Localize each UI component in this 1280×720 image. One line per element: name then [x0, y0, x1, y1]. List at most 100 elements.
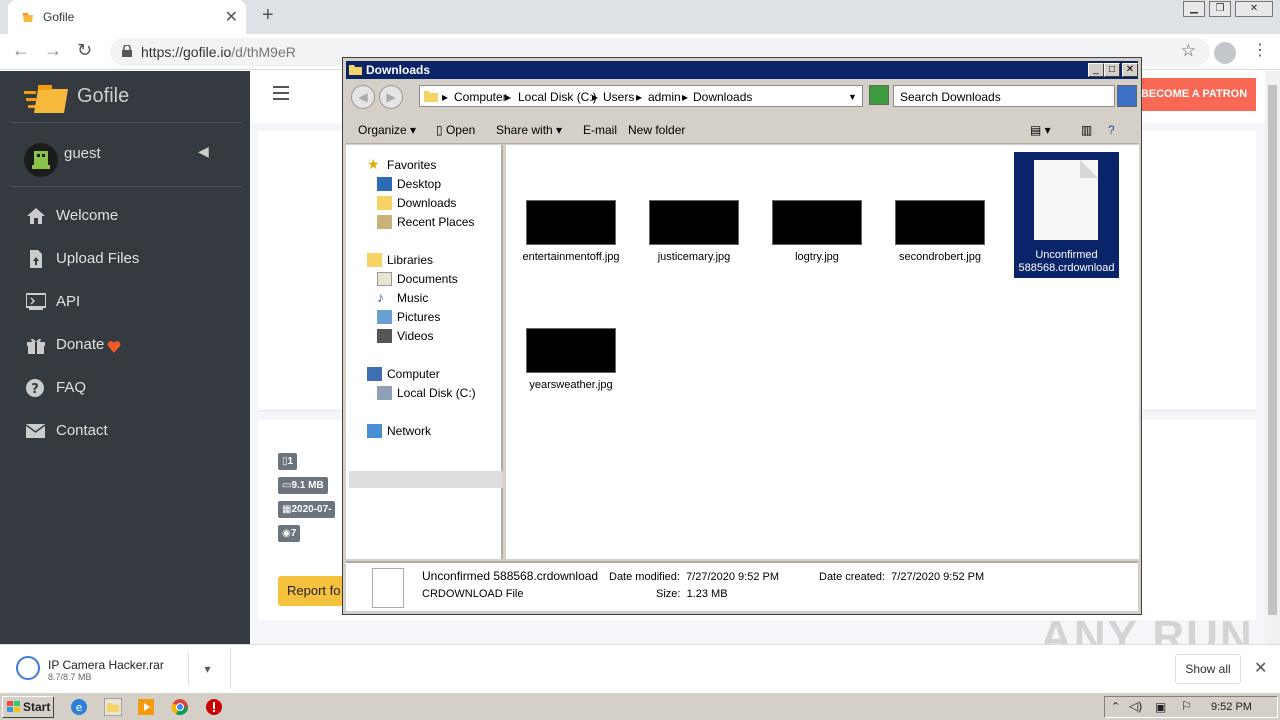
nav-desktop[interactable]: Desktop — [377, 177, 441, 191]
media-player-icon[interactable] — [137, 698, 155, 716]
internet-explorer-icon[interactable]: e — [70, 698, 88, 716]
nav-music[interactable]: ♪ Music — [377, 289, 428, 305]
breadcrumb-local-disk[interactable]: Local Disk (C:) — [518, 90, 597, 104]
home-icon — [27, 208, 45, 224]
nav-recent-places[interactable]: Recent Places — [377, 215, 474, 229]
file-item[interactable]: entertainmentoff.jpg — [521, 200, 621, 263]
show-all-button[interactable]: Show all — [1175, 654, 1241, 684]
reload-icon[interactable]: ↻ — [77, 40, 92, 61]
stop-icon[interactable] — [205, 698, 223, 716]
desktop-icon — [377, 177, 392, 191]
close-window-icon[interactable]: ✕ — [1235, 1, 1273, 17]
bookmark-star-icon[interactable]: ☆ — [1181, 41, 1196, 61]
size-badge: ▭9.1 MB — [278, 477, 328, 494]
selected-file-item[interactable]: Unconfirmed 588568.crdownload — [1014, 152, 1119, 278]
nav-local-disk[interactable]: Local Disk (C:) — [377, 386, 476, 400]
new-folder-button[interactable]: New folder — [628, 123, 685, 137]
explorer-address-bar[interactable]: ▸ Computer ▸ Local Disk (C:) ▸ Users ▸ a… — [419, 85, 863, 107]
restore-icon[interactable]: ❐ — [1209, 1, 1231, 17]
brand-name: Gofile — [77, 85, 130, 107]
share-with-button[interactable]: Share with ▾ — [496, 123, 562, 137]
explorer-search-input[interactable]: Search Downloads — [893, 85, 1115, 107]
explorer-back-icon[interactable]: ◀ — [351, 85, 375, 109]
sidebar-item-label: FAQ — [56, 379, 87, 396]
nav-pictures[interactable]: Pictures — [377, 310, 440, 324]
become-patron-button[interactable]: BECOME A PATRON — [1132, 78, 1256, 111]
explorer-titlebar[interactable]: Downloads _ □ ✕ — [346, 61, 1138, 79]
close-tab-icon[interactable]: ✕ — [225, 7, 238, 27]
download-options-icon[interactable]: ▾ — [188, 653, 226, 685]
nav-computer[interactable]: Computer — [367, 367, 440, 381]
tray-expand-icon[interactable]: ⌃ — [1111, 700, 1120, 713]
network-icon — [367, 424, 382, 438]
document-icon — [372, 568, 404, 608]
volume-icon[interactable]: ◁) — [1129, 699, 1142, 713]
report-button[interactable]: Report fo — [278, 576, 348, 606]
maximize-icon[interactable]: □ — [1104, 63, 1120, 77]
breadcrumb-separator: ▸ — [592, 90, 599, 104]
view-options-icon[interactable]: ▤ ▾ — [1030, 123, 1051, 137]
file-item[interactable]: justicemary.jpg — [644, 200, 744, 263]
nav-favorites[interactable]: ★ Favorites — [367, 156, 436, 172]
forward-icon[interactable]: → — [44, 40, 62, 61]
page-scrollbar[interactable] — [1265, 71, 1280, 644]
clock[interactable]: 9:52 PM — [1211, 701, 1252, 713]
search-icon[interactable] — [1117, 85, 1137, 107]
downloads-bar: IP Camera Hacker.rar 8.7/8.7 MB ▾ Show a… — [0, 644, 1280, 692]
organize-button[interactable]: Organize ▾ — [358, 123, 416, 137]
nav-documents[interactable]: Documents — [377, 272, 458, 286]
chrome-menu-icon[interactable]: ⋮ — [1252, 40, 1268, 60]
gift-icon — [27, 338, 45, 354]
svg-text:e: e — [76, 701, 83, 714]
selected-nav-highlight — [349, 471, 503, 488]
preview-pane-icon[interactable]: ▥ — [1081, 123, 1092, 137]
file-item[interactable]: yearsweather.jpg — [521, 328, 621, 391]
nav-network[interactable]: Network — [367, 424, 431, 438]
download-progress: 8.7/8.7 MB — [48, 672, 92, 682]
gofile-logo-icon — [24, 85, 68, 113]
sidebar-item-label: Welcome — [56, 207, 119, 224]
file-upload-icon — [30, 250, 42, 268]
nav-videos[interactable]: Videos — [377, 329, 433, 343]
refresh-icon[interactable] — [869, 85, 889, 105]
address-dropdown-icon[interactable]: ▼ — [848, 92, 857, 102]
start-button[interactable]: Start — [2, 696, 54, 718]
breadcrumb-users[interactable]: Users — [603, 90, 634, 104]
open-button[interactable]: ▯ Open — [436, 123, 475, 137]
nav-libraries[interactable]: Libraries — [367, 253, 433, 267]
breadcrumb-computer[interactable]: Computer — [454, 90, 507, 104]
network-tray-icon[interactable]: ▣ — [1155, 700, 1166, 714]
sidebar-item-label: Upload Files — [56, 250, 140, 267]
computer-icon — [367, 367, 382, 381]
breadcrumb-downloads[interactable]: Downloads — [693, 90, 752, 104]
back-icon[interactable]: ← — [12, 40, 30, 61]
scrollbar-thumb[interactable] — [1268, 85, 1277, 615]
close-downloads-bar-icon[interactable]: ✕ — [1254, 658, 1267, 678]
file-item[interactable]: secondrobert.jpg — [890, 200, 990, 263]
star-icon: ★ — [367, 156, 380, 172]
explorer-taskbar-icon[interactable] — [104, 698, 122, 716]
file-item[interactable]: logtry.jpg — [767, 200, 867, 263]
profile-avatar-icon[interactable] — [1214, 42, 1236, 64]
hamburger-menu-icon[interactable] — [273, 86, 289, 100]
breadcrumb-admin[interactable]: admin — [648, 90, 681, 104]
music-icon: ♪ — [377, 289, 384, 305]
sidebar-item-label: API — [56, 293, 81, 310]
email-button[interactable]: E-mail — [583, 123, 617, 137]
close-window-icon[interactable]: ✕ — [1122, 63, 1138, 77]
documents-icon — [377, 272, 392, 286]
new-tab-icon[interactable]: + — [262, 4, 274, 27]
details-created: Date created: 7/27/2020 9:52 PM — [819, 571, 985, 583]
browser-tab[interactable]: Gofile ✕ — [8, 0, 246, 34]
collapse-sidebar-icon[interactable]: ◀ — [198, 143, 209, 160]
minimize-icon[interactable]: _ — [1088, 63, 1104, 77]
explorer-forward-icon[interactable]: ▶ — [379, 85, 403, 109]
download-file-name[interactable]: IP Camera Hacker.rar — [48, 658, 164, 672]
breadcrumb-separator: ▸ — [442, 90, 449, 104]
minimize-icon[interactable]: ▁ — [1183, 1, 1205, 17]
chrome-icon[interactable] — [171, 698, 189, 716]
nav-downloads[interactable]: Downloads — [377, 196, 456, 210]
help-icon[interactable]: ? — [1108, 123, 1115, 137]
breadcrumb-separator: ▸ — [636, 90, 643, 104]
action-center-flag-icon[interactable]: ⚐ — [1181, 699, 1192, 713]
